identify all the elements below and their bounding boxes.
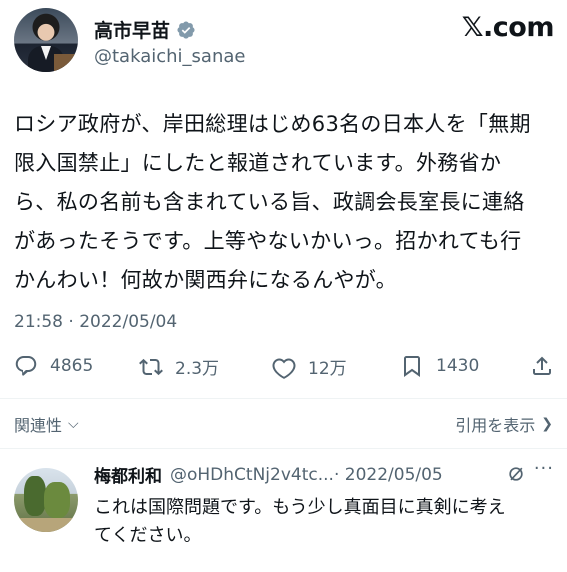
like-count: 12万 — [308, 359, 347, 379]
avatar-tree — [44, 482, 70, 518]
tweet-timestamp[interactable]: 21:58 · 2022/05/04 — [14, 312, 177, 332]
reply-count: 4865 — [50, 356, 94, 376]
author-name-row: 高市早苗 — [94, 16, 196, 43]
avatar-ground — [14, 518, 78, 532]
divider — [0, 448, 567, 449]
retweet-count: 2.3万 — [175, 359, 220, 379]
like-button[interactable]: 12万 — [272, 354, 347, 379]
reply-button[interactable]: 4865 — [14, 354, 93, 378]
reply-display-name[interactable]: 梅都利和 — [94, 462, 162, 487]
reply-avatar[interactable] — [14, 468, 78, 532]
x-logo: 𝕏.com — [461, 12, 555, 43]
tweet-actions: 4865 2.3万 12万 1430 — [14, 350, 554, 386]
reply-text: これは国際問題です。もう少し真面目に真剣に考え てください。 — [94, 497, 506, 546]
reply-header: 梅都利和 @oHDhCtNj2v4tc... · 2022/05/05 — [94, 462, 443, 488]
share-button[interactable] — [530, 354, 554, 382]
author-display-name[interactable]: 高市早苗 — [94, 16, 170, 43]
avatar-podium — [54, 54, 76, 72]
sort-relevance-button[interactable]: 関連性 ⌵ — [14, 412, 79, 436]
like-icon — [272, 357, 296, 379]
bookmark-count: 1430 — [436, 356, 480, 376]
sort-relevance-label: 関連性 — [14, 416, 63, 435]
view-quotes-label: 引用を表示 — [455, 416, 536, 435]
verified-badge-icon — [177, 20, 195, 39]
author-avatar[interactable] — [14, 8, 78, 72]
grok-icon[interactable] — [506, 464, 526, 484]
reply-handle[interactable]: @oHDhCtNj2v4tc... — [170, 465, 334, 485]
reply-icon — [15, 356, 37, 376]
view-quotes-link[interactable]: 引用を表示 ❯ — [455, 412, 553, 436]
chevron-right-icon: ❯ — [541, 416, 553, 432]
bookmark-button[interactable]: 1430 — [400, 354, 479, 378]
chevron-down-icon: ⌵ — [68, 416, 79, 432]
divider — [0, 398, 567, 399]
share-icon — [533, 356, 551, 375]
reply-tweet[interactable]: 梅都利和 @oHDhCtNj2v4tc... · 2022/05/05 ··· … — [14, 458, 554, 572]
author-handle[interactable]: @takaichi_sanae — [94, 46, 245, 67]
tweet-text: ロシア政府が、岸田総理はじめ63名の日本人を「無期 限入国禁止」にしたと報道され… — [14, 112, 531, 292]
more-options-icon[interactable]: ··· — [534, 458, 554, 479]
avatar-tree — [24, 476, 46, 516]
reply-date[interactable]: · 2022/05/05 — [334, 465, 443, 485]
retweet-button[interactable]: 2.3万 — [139, 354, 219, 379]
bookmark-icon — [404, 356, 420, 377]
tweet-header: 高市早苗 @takaichi_sanae 𝕏.com — [14, 8, 555, 74]
retweet-icon — [139, 358, 163, 375]
